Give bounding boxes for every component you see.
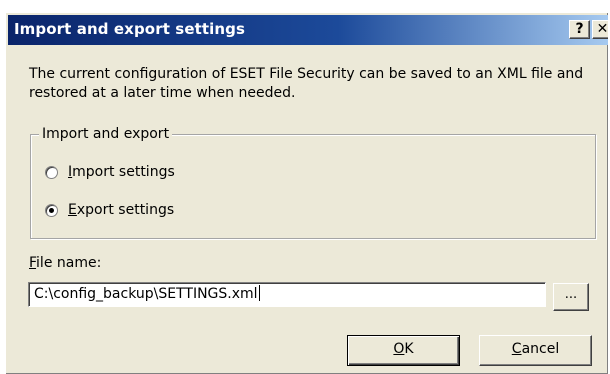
help-button[interactable]: ? [569, 20, 590, 39]
ok-button[interactable]: OK [347, 335, 460, 366]
export-settings-radio[interactable]: Export settings [45, 200, 174, 220]
groupbox-legend: Import and export [39, 125, 173, 143]
export-settings-label: Export settings [68, 202, 175, 218]
radio-selected-icon[interactable] [45, 203, 58, 217]
description-text: The current configuration of ESET File S… [29, 66, 584, 101]
file-name-label: File name: [29, 255, 102, 271]
import-settings-label: Import settings [68, 164, 175, 180]
close-button[interactable]: ✕ [592, 20, 608, 39]
dialog-title: Import and export settings [14, 20, 246, 38]
title-bar[interactable]: Import and export settings ? ✕ [8, 15, 608, 45]
close-icon: ✕ [596, 21, 608, 37]
radio-dot-icon [49, 207, 54, 213]
radio-unselected-icon[interactable] [45, 165, 58, 179]
import-export-groupbox: Import and export Import settings Export… [30, 125, 596, 239]
import-settings-radio[interactable]: Import settings [45, 162, 175, 182]
file-name-value: C:\config_backup\SETTINGS.xml [34, 286, 258, 302]
help-icon: ? [575, 21, 584, 37]
text-caret [258, 285, 260, 301]
browse-button[interactable]: ... [553, 283, 589, 311]
import-export-dialog: Import and export settings ? ✕ The curre… [5, 12, 608, 374]
cancel-button[interactable]: Cancel [479, 335, 592, 366]
file-name-input[interactable]: C:\config_backup\SETTINGS.xml [28, 282, 546, 307]
